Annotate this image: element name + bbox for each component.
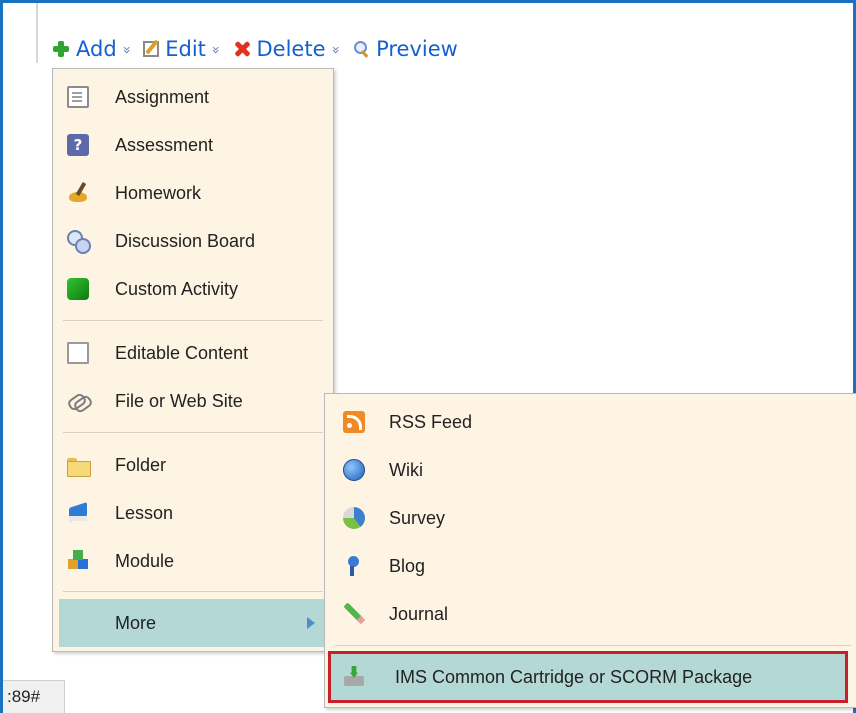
menu-item-label: Discussion Board: [115, 230, 256, 251]
question-icon: ?: [67, 134, 89, 156]
menu-item-discussion-board[interactable]: Discussion Board: [53, 219, 333, 263]
menu-item-folder[interactable]: Folder: [53, 443, 333, 487]
menu-item-label: Custom Activity: [115, 278, 239, 299]
blog-icon: [343, 555, 365, 577]
divider: [36, 3, 38, 63]
menu-item-label: Wiki: [389, 459, 423, 480]
menu-item-more[interactable]: More: [59, 599, 329, 647]
menu-item-label: More: [115, 612, 157, 633]
menu-item-label: File or Web Site: [115, 390, 243, 411]
submenu-item-wiki[interactable]: Wiki: [325, 448, 856, 492]
add-button[interactable]: Add »: [52, 37, 134, 61]
menu-item-label: IMS Common Cartridge or SCORM Package: [395, 666, 753, 687]
chevron-down-icon[interactable]: »: [118, 46, 134, 53]
menu-item-lesson[interactable]: Lesson: [53, 491, 333, 535]
status-bar-text: :89#: [3, 680, 65, 713]
survey-icon: [343, 507, 365, 529]
menu-separator: [63, 591, 323, 592]
page-icon: [67, 342, 89, 364]
delete-button[interactable]: Delete »: [233, 37, 343, 61]
brush-icon: [67, 182, 89, 204]
globe-icon: [343, 459, 365, 481]
preview-label: Preview: [376, 37, 458, 61]
chevron-right-icon: [307, 617, 315, 629]
menu-separator: [63, 320, 323, 321]
menu-item-label: Journal: [389, 603, 449, 624]
module-icon: [67, 550, 89, 572]
menu-item-label: Assignment: [115, 86, 210, 107]
package-icon: [343, 666, 365, 688]
submenu-item-blog[interactable]: Blog: [325, 544, 856, 588]
menu-item-label: Survey: [389, 507, 446, 528]
edit-label: Edit: [165, 37, 206, 61]
add-label: Add: [76, 37, 117, 61]
pencil-icon: [343, 603, 365, 625]
menu-item-label: RSS Feed: [389, 411, 473, 432]
menu-item-label: Blog: [389, 555, 426, 576]
chevron-down-icon[interactable]: »: [207, 46, 223, 53]
document-icon: [67, 86, 89, 108]
submenu-item-rss-feed[interactable]: RSS Feed: [325, 400, 856, 444]
menu-item-label: Lesson: [115, 502, 174, 523]
submenu-item-journal[interactable]: Journal: [325, 592, 856, 636]
rss-icon: [343, 411, 365, 433]
menu-item-assignment[interactable]: Assignment: [53, 75, 333, 119]
menu-item-custom-activity[interactable]: Custom Activity: [53, 267, 333, 311]
edit-button[interactable]: Edit »: [143, 37, 223, 61]
add-dropdown-menu: Assignment ? Assessment Homework Discuss…: [52, 68, 334, 652]
delete-icon: [233, 40, 251, 58]
link-icon: [67, 390, 89, 412]
discussion-icon: [67, 230, 91, 254]
menu-item-homework[interactable]: Homework: [53, 171, 333, 215]
lesson-icon: [67, 502, 89, 524]
folder-icon: [67, 454, 91, 477]
menu-item-module[interactable]: Module: [53, 539, 333, 583]
menu-item-label: Editable Content: [115, 342, 249, 363]
preview-button[interactable]: Preview: [352, 37, 458, 61]
magnifier-icon: [352, 40, 370, 58]
menu-item-assessment[interactable]: ? Assessment: [53, 123, 333, 167]
chevron-down-icon[interactable]: »: [327, 46, 343, 53]
plus-icon: [52, 40, 70, 58]
menu-item-file-or-web-site[interactable]: File or Web Site: [53, 379, 333, 423]
menu-item-label: Homework: [115, 182, 202, 203]
menu-separator: [63, 432, 323, 433]
submenu-item-survey[interactable]: Survey: [325, 496, 856, 540]
edit-icon: [143, 41, 160, 57]
menu-item-label: Assessment: [115, 134, 214, 155]
cube-icon: [67, 278, 89, 300]
menu-item-label: Module: [115, 550, 175, 571]
delete-label: Delete: [256, 37, 326, 61]
menu-item-label: Folder: [115, 454, 167, 475]
menu-separator: [335, 645, 851, 646]
submenu-item-ims-common-cartridge[interactable]: IMS Common Cartridge or SCORM Package: [328, 651, 848, 703]
more-submenu: RSS Feed Wiki Survey Blog Journal IMS Co…: [324, 393, 856, 708]
toolbar: Add » Edit » Delete » Preview: [52, 34, 472, 64]
menu-item-editable-content[interactable]: Editable Content: [53, 331, 333, 375]
